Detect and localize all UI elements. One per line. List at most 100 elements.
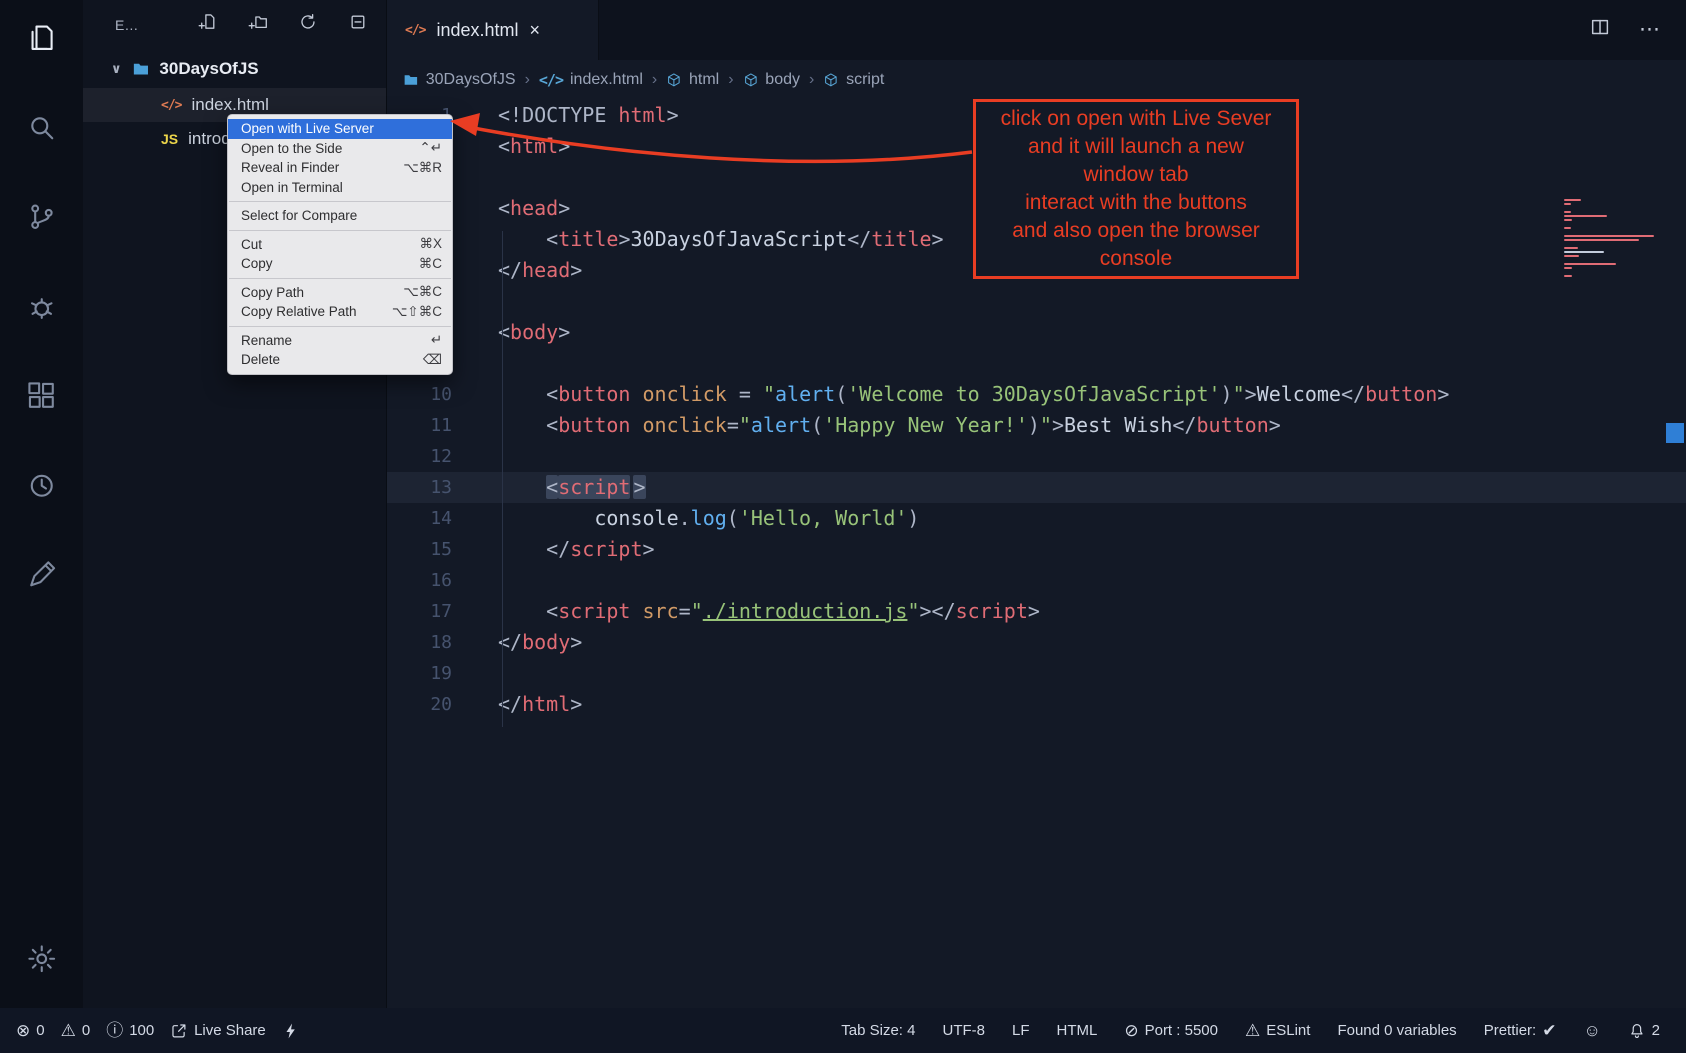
menu-item-delete[interactable]: Delete⌫ <box>228 350 452 370</box>
split-editor-button[interactable] <box>1589 16 1611 44</box>
minimap-line <box>1564 203 1571 205</box>
status-errors[interactable]: ⊗0 <box>16 1022 45 1039</box>
activity-bar-bottom <box>26 943 58 983</box>
status-eslint[interactable]: ⚠ESLint <box>1245 1022 1310 1039</box>
status-encoding[interactable]: UTF-8 <box>942 1022 985 1039</box>
activity-item-run-debug[interactable] <box>26 291 58 331</box>
status-language-mode[interactable]: HTML <box>1057 1022 1098 1039</box>
html-file-icon: </> <box>161 99 181 112</box>
html-file-icon: </> <box>405 24 425 37</box>
menu-item-shortcut: ⌥⌘R <box>403 160 442 176</box>
menu-item-copy[interactable]: Copy⌘C <box>228 254 452 274</box>
new-file-button[interactable] <box>198 12 218 38</box>
status-warnings[interactable]: ⚠0 <box>61 1022 91 1039</box>
breadcrumb-item-script[interactable]: script <box>823 71 884 89</box>
close-icon[interactable]: × <box>530 21 541 39</box>
menu-item-label: Delete <box>241 352 280 367</box>
minimap[interactable] <box>1564 199 1660 279</box>
breadcrumb-label: body <box>765 71 800 89</box>
breadcrumb-item-index-html[interactable]: </>index.html <box>539 71 643 89</box>
breadcrumb: 30DaysOfJS›</>index.html›html›body›scrip… <box>387 60 1686 100</box>
menu-item-shortcut: ⌃↵ <box>419 140 442 156</box>
clock-icon <box>26 470 58 502</box>
menu-item-label: Reveal in Finder <box>241 160 339 175</box>
activity-item-timeline[interactable] <box>26 470 58 510</box>
status-prettier[interactable]: Prettier:✔ <box>1484 1022 1557 1039</box>
activity-item-extensions[interactable] <box>26 380 58 420</box>
activity-item-settings[interactable] <box>26 943 58 983</box>
activity-item-feedback[interactable] <box>26 559 58 599</box>
menu-item-copy-relative-path[interactable]: Copy Relative Path⌥⇧⌘C <box>228 302 452 322</box>
minimap-line <box>1564 263 1616 265</box>
status-quick-action[interactable] <box>282 1022 300 1040</box>
status-live-server-port[interactable]: ⊘Port : 5500 <box>1124 1022 1218 1039</box>
breadcrumb-item-body[interactable]: body <box>743 71 800 89</box>
menu-item-open-in-terminal[interactable]: Open in Terminal <box>228 178 452 198</box>
activity-item-search[interactable] <box>26 112 58 152</box>
lightning-icon <box>282 1022 300 1040</box>
status-label: UTF-8 <box>942 1022 985 1039</box>
menu-item-label: Rename <box>241 333 292 348</box>
menu-item-reveal-in-finder[interactable]: Reveal in Finder ⌥⌘R <box>228 158 452 178</box>
minimap-line <box>1564 235 1654 237</box>
menu-separator <box>229 201 451 202</box>
status-bar: ⊗0⚠0ⓘ100Live Share Tab Size: 4UTF-8LFHTM… <box>0 1008 1686 1053</box>
status-label: 0 <box>82 1022 90 1039</box>
tab-label: index.html <box>436 20 518 41</box>
menu-item-label: Open to the Side <box>241 141 342 156</box>
search-icon <box>26 112 58 144</box>
menu-item-open-with-live-server[interactable]: Open with Live Server <box>228 119 452 139</box>
file-label: index.html <box>191 95 268 115</box>
menu-item-copy-path[interactable]: Copy Path ⌥⌘C <box>228 283 452 303</box>
activity-bar-top <box>26 22 58 599</box>
error-icon: ⊗ <box>16 1022 30 1039</box>
code-line-13: 13 <script> <box>387 472 1686 503</box>
menu-item-shortcut: ↵ <box>431 332 442 348</box>
status-feedback-smiley[interactable]: ☺ <box>1583 1022 1600 1039</box>
code-line-19: 19 <box>387 658 1686 689</box>
status-live-share[interactable]: Live Share <box>170 1022 266 1040</box>
menu-item-cut[interactable]: Cut⌘X <box>228 235 452 255</box>
minimap-line <box>1564 267 1572 269</box>
breadcrumb-separator: › <box>525 71 530 89</box>
more-icon: ⋯ <box>1639 19 1660 40</box>
more-actions-button[interactable]: ⋯ <box>1639 18 1660 42</box>
tab-index-html[interactable]: </> index.html × <box>387 0 599 60</box>
menu-separator <box>229 278 451 279</box>
new-folder-button[interactable] <box>248 12 268 38</box>
menu-item-shortcut: ⌥⌘C <box>403 284 442 300</box>
status-info-count[interactable]: ⓘ100 <box>106 1022 154 1039</box>
explorer-toolbar <box>198 12 368 38</box>
tree-folder-30daysofjs[interactable]: ∨30DaysOfJS <box>83 50 386 88</box>
activity-item-explorer[interactable] <box>26 22 58 62</box>
status-eol[interactable]: LF <box>1012 1022 1030 1039</box>
check-icon: ✔ <box>1542 1022 1556 1039</box>
extensions-icon <box>26 380 58 412</box>
menu-item-label: Copy Path <box>241 285 304 300</box>
refresh-explorer-button[interactable] <box>298 12 318 38</box>
menu-item-open-to-the-side[interactable]: Open to the Side ⌃↵ <box>228 139 452 159</box>
breadcrumb-separator: › <box>728 71 733 89</box>
breadcrumb-item-html[interactable]: html <box>666 71 719 89</box>
status-tab-size[interactable]: Tab Size: 4 <box>841 1022 915 1039</box>
live-share-icon <box>170 1022 188 1040</box>
split-editor-icon <box>1589 16 1611 38</box>
collapse-folders-button[interactable] <box>348 12 368 38</box>
menu-item-shortcut: ⌘C <box>419 256 442 272</box>
code-line-7: 7 <box>387 286 1686 317</box>
menu-item-rename[interactable]: Rename ↵ <box>228 331 452 351</box>
minimap-line <box>1564 219 1572 221</box>
warning-icon: ⚠ <box>61 1022 76 1039</box>
status-variables[interactable]: Found 0 variables <box>1337 1022 1456 1039</box>
menu-item-select-for-compare[interactable]: Select for Compare <box>228 206 452 226</box>
menu-item-shortcut: ⌥⇧⌘C <box>392 304 442 320</box>
activity-item-source-control[interactable] <box>26 201 58 241</box>
minimap-line <box>1564 255 1579 257</box>
status-notifications[interactable]: 2 <box>1628 1022 1660 1040</box>
port-icon: ⊘ <box>1124 1022 1138 1039</box>
breadcrumb-separator: › <box>652 71 657 89</box>
code-line-12: 12 <box>387 441 1686 472</box>
tabbar-actions: ⋯ <box>1589 0 1686 60</box>
breadcrumb-item-30daysofjs[interactable]: 30DaysOfJS <box>403 71 516 89</box>
menu-separator <box>229 230 451 231</box>
